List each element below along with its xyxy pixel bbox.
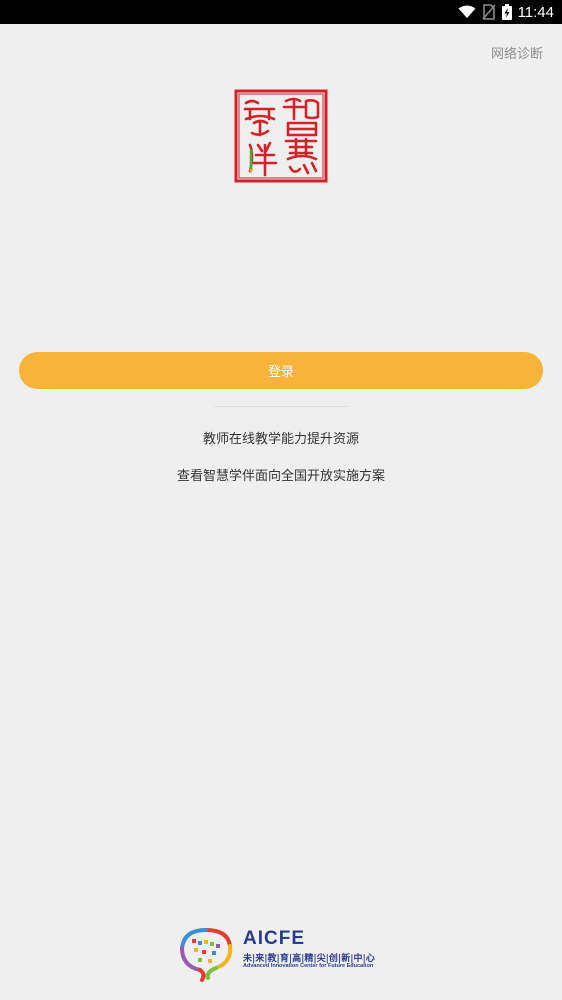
open-plan-link[interactable]: 查看智慧学伴面向全国开放实施方案: [0, 465, 562, 484]
aicfe-mark-icon: [180, 928, 233, 982]
footer-logo: AICFE 未|来|教|育|高|精|尖|创|新|中|心 Advanced Inn…: [176, 922, 388, 982]
no-sim-icon: [481, 4, 496, 20]
divider: [214, 406, 348, 407]
aicfe-en-name: Advanced Innovation Center for Future Ed…: [243, 963, 374, 969]
status-icons: 11:44: [458, 0, 554, 24]
status-bar: 11:44: [0, 0, 562, 24]
status-time: 11:44: [517, 3, 554, 21]
login-button[interactable]: 登录: [19, 352, 543, 389]
network-diagnosis-link[interactable]: 网络诊断: [491, 43, 543, 62]
wifi-icon: [458, 5, 476, 19]
app-logo: [234, 89, 328, 183]
seal-logo-icon: [234, 89, 328, 183]
battery-charging-icon: [501, 4, 512, 20]
aicfe-brand: AICFE: [243, 928, 305, 949]
teacher-resources-link[interactable]: 教师在线教学能力提升资源: [0, 428, 562, 447]
